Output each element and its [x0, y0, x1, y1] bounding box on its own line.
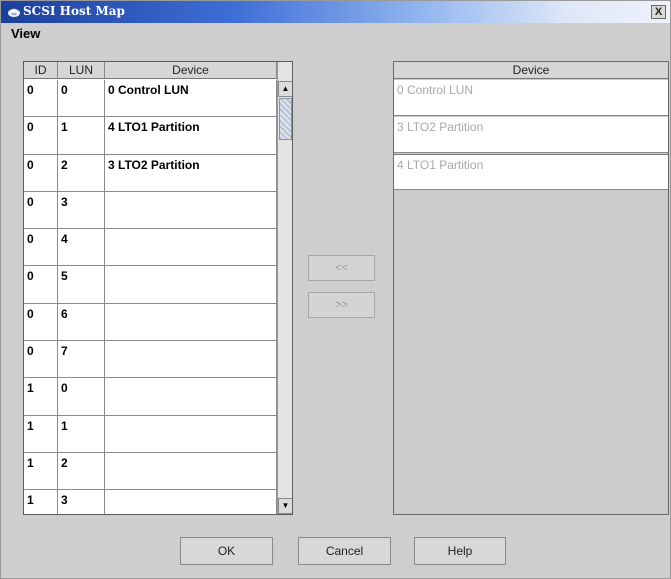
cell-device[interactable] [105, 341, 277, 378]
title-bar[interactable]: SCSI Host Map X [1, 1, 670, 23]
list-item[interactable]: 3 LTO2 Partition [394, 117, 668, 153]
cell-id: 0 [24, 266, 58, 303]
vertical-scrollbar[interactable]: ▲ ▼ [277, 62, 292, 514]
close-button[interactable]: X [651, 5, 666, 19]
list-item[interactable]: 4 LTO1 Partition [394, 154, 668, 190]
table-row[interactable]: 0 6 [24, 303, 277, 342]
cell-id: 0 [24, 303, 58, 341]
cell-id: 0 [24, 229, 58, 266]
cell-device[interactable] [105, 490, 277, 514]
cell-lun: 1 [58, 415, 105, 452]
column-header-id[interactable]: ID [24, 62, 58, 78]
cell-id: 1 [24, 490, 58, 514]
menu-bar: View [5, 25, 40, 43]
move-left-button[interactable]: << [308, 255, 375, 281]
table-header: ID LUN Device [24, 62, 277, 79]
scroll-thumb[interactable] [279, 98, 292, 140]
cell-device[interactable] [105, 378, 277, 415]
window-title: SCSI Host Map [23, 4, 125, 18]
column-header-device[interactable]: Device [105, 62, 277, 78]
cell-id: 0 [24, 341, 58, 378]
cancel-button[interactable]: Cancel [298, 537, 391, 565]
scroll-down-arrow-icon[interactable]: ▼ [278, 498, 292, 514]
cell-device[interactable] [105, 303, 277, 341]
table-row[interactable]: 0 4 [24, 229, 277, 267]
cell-id: 0 [24, 154, 58, 191]
app-icon [8, 8, 20, 17]
cell-device[interactable]: 4 LTO1 Partition [105, 117, 277, 154]
cell-lun: 3 [58, 490, 105, 514]
cell-id: 0 [24, 191, 58, 229]
cell-id: 1 [24, 378, 58, 415]
available-devices-list: Device 0 Control LUN 3 LTO2 Partition 4 … [393, 61, 669, 515]
cell-lun: 0 [58, 80, 105, 117]
list-item[interactable]: 0 Control LUN [394, 80, 668, 116]
table-row[interactable]: 0 7 [24, 341, 277, 379]
cell-lun: 2 [58, 154, 105, 191]
table-row[interactable]: 0 0 0 Control LUN [24, 80, 277, 118]
cell-lun: 3 [58, 191, 105, 229]
host-map-table: ID LUN Device 0 0 0 Control LUN 0 1 4 LT… [23, 61, 293, 515]
scroll-up-arrow-icon[interactable]: ▲ [278, 81, 292, 97]
cell-device[interactable] [105, 229, 277, 266]
cell-device[interactable]: 3 LTO2 Partition [105, 154, 277, 191]
cell-lun: 6 [58, 303, 105, 341]
table-row[interactable]: 1 2 [24, 452, 277, 491]
table-row[interactable]: 0 2 3 LTO2 Partition [24, 154, 277, 192]
cell-device[interactable] [105, 415, 277, 452]
cell-device[interactable] [105, 452, 277, 490]
cell-device[interactable] [105, 191, 277, 229]
ok-button[interactable]: OK [180, 537, 273, 565]
table-row[interactable]: 1 1 [24, 415, 277, 453]
table-row[interactable]: 1 0 [24, 378, 277, 416]
cell-device[interactable]: 0 Control LUN [105, 80, 277, 117]
column-header-lun[interactable]: LUN [58, 62, 105, 78]
cell-lun: 2 [58, 452, 105, 490]
cell-lun: 5 [58, 266, 105, 303]
cell-lun: 7 [58, 341, 105, 378]
table-row[interactable]: 1 3 [24, 490, 277, 514]
cell-device[interactable] [105, 266, 277, 303]
cell-id: 1 [24, 452, 58, 490]
cell-id: 0 [24, 80, 58, 117]
cell-lun: 1 [58, 117, 105, 154]
cell-lun: 0 [58, 378, 105, 415]
scsi-host-map-dialog: SCSI Host Map X View ID LUN Device 0 0 0… [0, 0, 671, 579]
table-body: 0 0 0 Control LUN 0 1 4 LTO1 Partition 0… [24, 80, 277, 514]
right-column-header-device[interactable]: Device [394, 62, 668, 79]
table-row[interactable]: 0 1 4 LTO1 Partition [24, 117, 277, 155]
table-row[interactable]: 0 3 [24, 191, 277, 230]
help-button[interactable]: Help [414, 537, 506, 565]
menu-view[interactable]: View [5, 25, 40, 43]
move-right-button[interactable]: >> [308, 292, 375, 318]
table-row[interactable]: 0 5 [24, 266, 277, 304]
cell-id: 0 [24, 117, 58, 154]
cell-id: 1 [24, 415, 58, 452]
cell-lun: 4 [58, 229, 105, 266]
